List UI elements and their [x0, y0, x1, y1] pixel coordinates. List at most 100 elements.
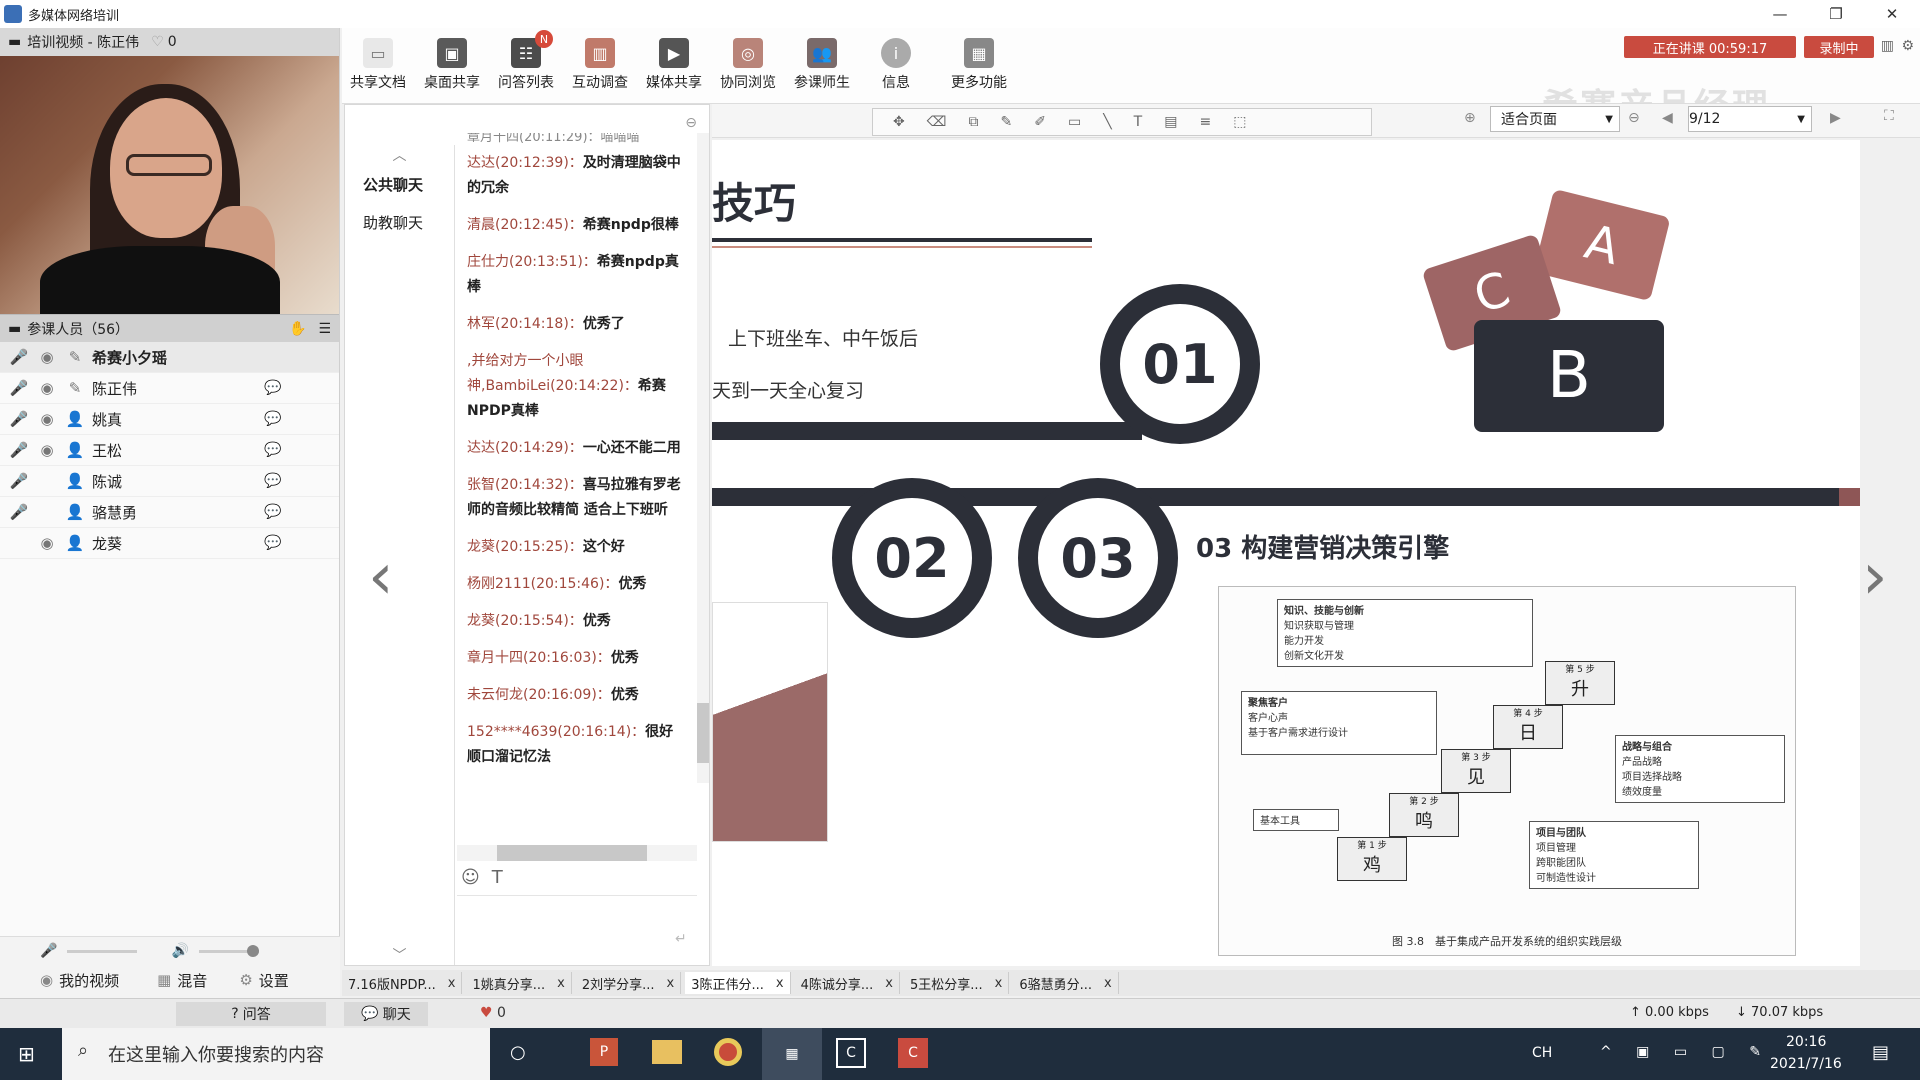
chat-bubble-icon[interactable]: 💬: [264, 442, 281, 458]
taskbar-search[interactable]: ⌕ 在这里输入你要搜索的内容: [62, 1028, 490, 1080]
task-view-icon[interactable]: ○: [510, 1042, 526, 1063]
close-tab-icon[interactable]: x: [1104, 976, 1112, 991]
close-tab-icon[interactable]: x: [776, 976, 784, 991]
input-language[interactable]: CH: [1532, 1045, 1552, 1061]
mic-volume-slider[interactable]: [67, 949, 138, 953]
doc-tab[interactable]: 1姚真分享... x: [466, 972, 572, 994]
speaker-icon[interactable]: 🔊: [171, 943, 188, 959]
pointer-icon[interactable]: ✥: [893, 114, 905, 130]
close-tab-icon[interactable]: x: [557, 976, 565, 991]
next-page-icon[interactable]: ▶: [1830, 110, 1841, 126]
chrome-icon[interactable]: [714, 1038, 742, 1066]
participant-row[interactable]: 🎤 ◉ ✎ 陈正伟 💬: [0, 373, 339, 404]
training-app-icon[interactable]: ▦: [762, 1028, 822, 1080]
windows-start-icon[interactable]: ⊞: [18, 1042, 35, 1066]
zoom-in-icon[interactable]: ⊕: [1464, 110, 1476, 126]
lecture-status-badge[interactable]: 正在讲课 00:59:17: [1624, 36, 1796, 58]
chat-tab[interactable]: 💬 聊天: [344, 1002, 428, 1026]
zoom-out-icon[interactable]: ⊖: [1628, 110, 1640, 126]
prev-page-icon[interactable]: ◀: [1662, 110, 1673, 126]
gear-icon[interactable]: ⚙: [1901, 38, 1914, 54]
chat-hscrollbar[interactable]: [457, 845, 697, 861]
tray-icons[interactable]: ^ ▣ ▭ ▢ ✎: [1600, 1044, 1771, 1060]
doc-tab[interactable]: 2刘学分享... x: [576, 972, 682, 994]
doc-tab[interactable]: 7.16版NPDP... x: [342, 972, 463, 994]
close-tab-icon[interactable]: x: [995, 976, 1003, 991]
layout-icon[interactable]: ▥: [1881, 38, 1894, 54]
like-counter[interactable]: ♥ 0: [480, 1005, 506, 1021]
chat-bubble-icon[interactable]: 💬: [264, 535, 281, 551]
participant-row[interactable]: 🎤 👤 陈诚 💬: [0, 466, 339, 497]
fit-page-select[interactable]: 适合页面 ▼: [1490, 106, 1620, 132]
text-icon[interactable]: T: [1134, 114, 1143, 130]
scroll-up-icon[interactable]: ︿: [345, 145, 454, 165]
participant-row[interactable]: ◉ 👤 龙葵 💬: [0, 528, 339, 559]
slide-next-arrow[interactable]: ›: [1862, 540, 1888, 614]
chat-input[interactable]: [457, 895, 697, 955]
app-c-icon[interactable]: C: [836, 1038, 866, 1068]
scroll-down-icon[interactable]: ﹀: [345, 945, 454, 965]
more-features-button[interactable]: ▦ 更多功能: [934, 34, 1024, 98]
rectangle-icon[interactable]: ▭: [1068, 114, 1081, 130]
close-tab-icon[interactable]: x: [448, 976, 456, 991]
explorer-icon[interactable]: [652, 1040, 682, 1064]
participant-row[interactable]: 🎤 ◉ ✎ 希赛小夕瑶: [0, 342, 339, 373]
participant-row[interactable]: 🎤 👤 骆慧勇 💬: [0, 497, 339, 528]
fullscreen-icon[interactable]: ⛶: [1884, 108, 1894, 124]
send-icon[interactable]: ↵: [675, 931, 687, 947]
clock-date[interactable]: 2021/7/16: [1770, 1056, 1842, 1072]
screenshot-icon[interactable]: ⬚: [1233, 114, 1246, 130]
doc-tab[interactable]: 5王松分享... x: [904, 972, 1010, 994]
media-share-button[interactable]: ▶ 媒体共享: [638, 34, 710, 98]
close-tab-icon[interactable]: x: [666, 976, 674, 991]
speaker-volume-slider[interactable]: [198, 944, 259, 957]
close-tab-icon[interactable]: x: [885, 976, 893, 991]
settings-button[interactable]: 设置: [259, 970, 289, 991]
qa-tab[interactable]: ? 问答: [176, 1002, 326, 1026]
co-browse-button[interactable]: ◎ 协同浏览: [712, 34, 784, 98]
pen-icon[interactable]: ✎: [1001, 114, 1013, 130]
manage-icon[interactable]: ☰: [318, 321, 331, 337]
text-format-icon[interactable]: T: [492, 867, 503, 888]
highlighter-icon[interactable]: ✐: [1034, 114, 1046, 130]
clock-time[interactable]: 20:16: [1786, 1034, 1826, 1050]
app-c2-icon[interactable]: C: [898, 1038, 928, 1068]
powerpoint-icon[interactable]: P: [590, 1038, 618, 1066]
participant-row[interactable]: 🎤 ◉ 👤 王松 💬: [0, 435, 339, 466]
survey-button[interactable]: ▥ 互动调查: [564, 34, 636, 98]
collapse-icon[interactable]: ⊖: [685, 115, 697, 131]
list-icon[interactable]: ≡: [1199, 114, 1211, 130]
emoji-icon[interactable]: ☺: [461, 867, 480, 888]
page-select[interactable]: 9/12 ▼: [1688, 106, 1812, 132]
chat-bubble-icon[interactable]: 💬: [264, 473, 281, 489]
minimize-button[interactable]: —: [1752, 0, 1808, 28]
record-badge[interactable]: 录制中: [1804, 36, 1874, 58]
slide-prev-arrow[interactable]: ‹: [368, 540, 394, 614]
chat-bubble-icon[interactable]: 💬: [264, 504, 281, 520]
share-docs-button[interactable]: ▭ 共享文档: [342, 34, 414, 98]
whiteboard-icon[interactable]: ▤: [1164, 114, 1177, 130]
info-button[interactable]: i 信息: [860, 34, 932, 98]
tab-public-chat[interactable]: 公共聊天: [345, 165, 454, 203]
crop-icon[interactable]: ⧉: [969, 114, 979, 130]
hand-raise-icon[interactable]: ✋: [289, 321, 306, 337]
chat-scrollbar[interactable]: [697, 133, 709, 783]
mix-button[interactable]: 混音: [177, 970, 207, 991]
desktop-share-button[interactable]: ▣ 桌面共享: [416, 34, 488, 98]
doc-tab-active[interactable]: 3陈正伟分... x: [685, 972, 791, 994]
chat-bubble-icon[interactable]: 💬: [264, 411, 281, 427]
participant-row[interactable]: 🎤 ◉ 👤 姚真 💬: [0, 404, 339, 435]
doc-tab[interactable]: 6骆慧勇分... x: [1013, 972, 1119, 994]
attendees-button[interactable]: 👥 参课师生: [786, 34, 858, 98]
maximize-button[interactable]: ❐: [1808, 0, 1864, 28]
close-button[interactable]: ✕: [1864, 0, 1920, 28]
chat-bubble-icon[interactable]: 💬: [264, 380, 281, 396]
mic-volume-icon[interactable]: 🎤: [40, 943, 57, 959]
notification-icon[interactable]: ▤: [1872, 1042, 1889, 1063]
qa-list-button[interactable]: ☷ N 问答列表: [490, 30, 562, 98]
tab-assistant-chat[interactable]: 助教聊天: [345, 203, 454, 241]
eraser-icon[interactable]: ⌫: [927, 114, 947, 130]
doc-tab[interactable]: 4陈诚分享... x: [795, 972, 900, 994]
line-icon[interactable]: ╲: [1103, 114, 1111, 130]
my-video-button[interactable]: 我的视频: [59, 970, 119, 991]
